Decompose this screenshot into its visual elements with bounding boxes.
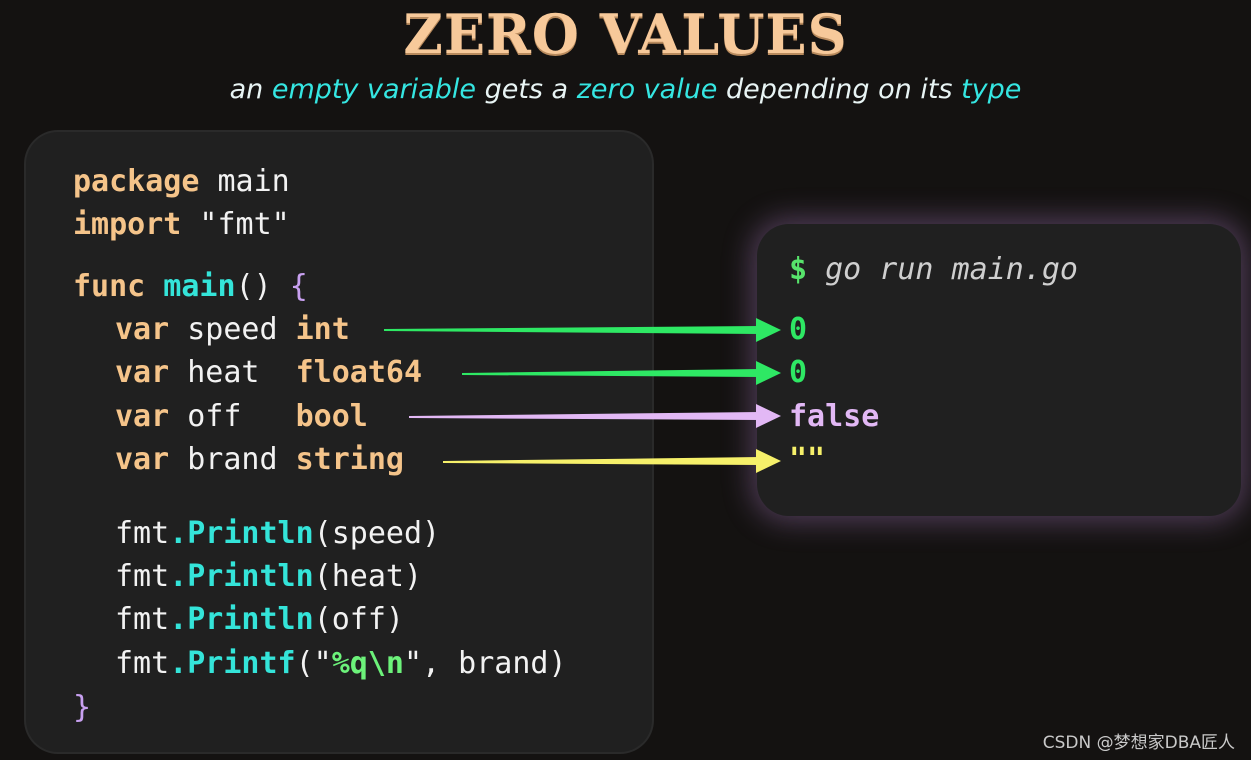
arrow-speed-to-output [384, 318, 781, 342]
arrow-head [756, 318, 781, 342]
arrow-head [756, 404, 781, 428]
arrow-shaft [443, 457, 760, 465]
arrow-head [756, 361, 781, 385]
arrow-shaft [384, 326, 760, 334]
arrow-shaft [462, 369, 760, 377]
arrow-heat-to-output [462, 361, 781, 385]
arrows [384, 318, 781, 473]
arrow-head [756, 449, 781, 473]
arrow-off-to-output [409, 404, 781, 428]
arrow-shaft [409, 412, 760, 420]
watermark: CSDN @梦想家DBA匠人 [1042, 733, 1235, 753]
arrow-brand-to-output [443, 449, 781, 473]
